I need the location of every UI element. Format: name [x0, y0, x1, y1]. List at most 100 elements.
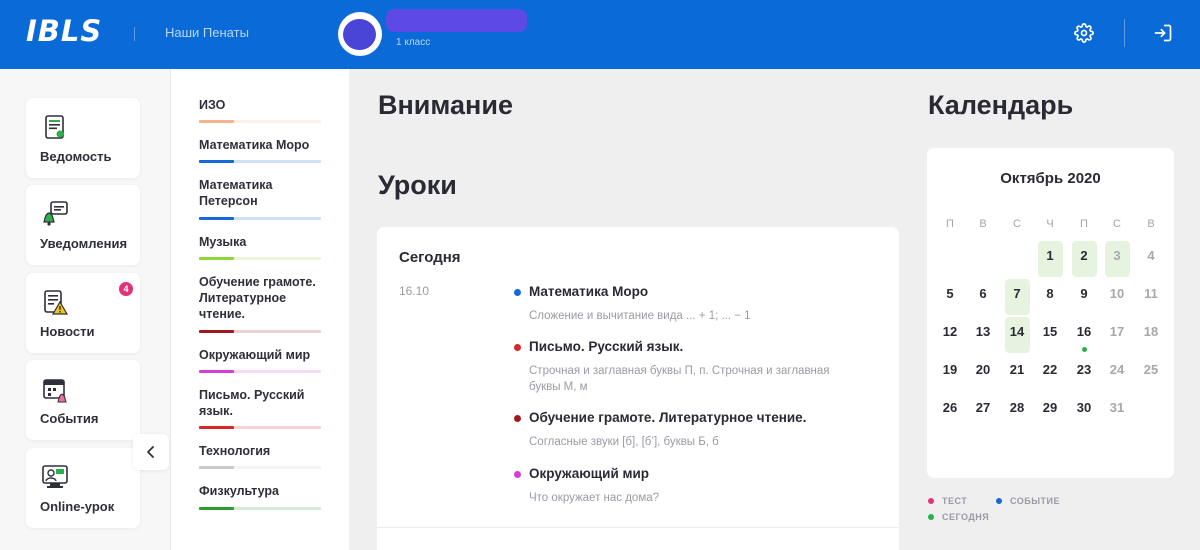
calendar-day[interactable]: 21	[1005, 355, 1030, 391]
nav-label: Online-урок	[40, 499, 115, 514]
subject-name: Письмо. Русский язык.	[199, 388, 305, 418]
calendar-day[interactable]: 12	[938, 317, 963, 353]
lesson-color-dot	[514, 471, 521, 478]
nav-events[interactable]: События	[26, 360, 140, 440]
subject-item[interactable]: Математика Моро	[199, 137, 321, 153]
subject-item[interactable]: Технология	[199, 443, 321, 459]
calendar-day[interactable]: 10	[1105, 279, 1130, 315]
calendar-day[interactable]: 26	[938, 393, 963, 429]
subject-name: Физкультура	[199, 484, 279, 498]
subject-item[interactable]: Письмо. Русский язык.	[199, 387, 321, 419]
lesson-title[interactable]: Обучение грамоте. Литературное чтение.	[529, 410, 806, 425]
subject-progress-fill	[199, 370, 234, 373]
news-icon	[44, 290, 69, 315]
calendar-day[interactable]: 15	[1038, 317, 1063, 353]
weekday-label: Ч	[1046, 218, 1054, 230]
calendar-day[interactable]: 14	[1004, 317, 1030, 353]
calendar-day[interactable]: 31	[1105, 393, 1130, 429]
legend-test: ТЕСТ	[928, 496, 967, 506]
left-nav: Ведомость Уведомления 4 Новости События …	[0, 69, 170, 550]
calendar-day[interactable]: 3	[1104, 241, 1130, 277]
calendar-day[interactable]: 18	[1139, 317, 1164, 353]
nav-online-lesson[interactable]: Online-урок	[26, 448, 140, 528]
legend-label: СОБЫТИЕ	[1010, 496, 1061, 506]
calendar-day[interactable]: 4	[1139, 241, 1164, 277]
calendar-title: Календарь	[928, 90, 1074, 120]
subject-item[interactable]: Обучение грамоте. Литературное чтение.	[199, 274, 321, 322]
calendar-day[interactable]: 7	[1004, 279, 1030, 315]
nav-label: Уведомления	[40, 236, 128, 251]
subject-progress-bar	[199, 507, 321, 510]
calendar-day[interactable]: 23	[1072, 355, 1097, 391]
subject-name: ИЗО	[199, 98, 226, 112]
lesson-title[interactable]: Письмо. Русский язык.	[529, 339, 683, 354]
news-count-badge: 4	[119, 282, 133, 296]
gear-icon	[1074, 23, 1094, 43]
subject-item[interactable]: Окружающий мир	[199, 347, 321, 363]
lesson-title[interactable]: Окружающий мир	[529, 466, 649, 481]
settings-button[interactable]	[1071, 20, 1097, 46]
weekday-label: В	[979, 218, 987, 230]
lessons-card: Сегодня 16.10 Математика Моро Сложение и…	[377, 227, 899, 550]
subject-item[interactable]: Музыка	[199, 234, 321, 250]
calendar-day[interactable]: 11	[1139, 279, 1164, 315]
calendar-day[interactable]: 1	[1037, 241, 1063, 277]
app-logo[interactable]: IBLS	[26, 14, 102, 48]
calendar-card: Октябрь 2020 П В С Ч П С В 1 2 3 4 5 6 7 8 9 10 11 12 13 14 1…	[927, 148, 1174, 478]
calendar-day[interactable]: 27	[971, 393, 996, 429]
subject-progress-bar	[199, 330, 321, 333]
lesson-topic: Строчная и заглавная буквы П, п. Строчна…	[529, 365, 830, 393]
calendar-day[interactable]: 6	[971, 279, 996, 315]
logout-button[interactable]	[1150, 20, 1176, 46]
calendar-day[interactable]: 30	[1072, 393, 1097, 429]
calendar-day[interactable]: 28	[1005, 393, 1030, 429]
lesson-title[interactable]: Математика Моро	[529, 284, 648, 299]
lesson-topic: Что окружает нас дома?	[529, 492, 660, 504]
subject-name: Обучение грамоте. Литературное чтение.	[199, 275, 316, 321]
calendar-day[interactable]: 16	[1072, 317, 1097, 353]
calendar-day[interactable]: 5	[938, 279, 963, 315]
calendar-day[interactable]: 25	[1139, 355, 1164, 391]
gradebook-icon	[45, 115, 64, 139]
legend-today: СЕГОДНЯ	[928, 512, 989, 522]
user-name-redacted	[386, 9, 527, 32]
nav-news[interactable]: 4 Новости	[26, 273, 140, 353]
subject-progress-fill	[199, 507, 234, 510]
subject-progress-bar	[199, 217, 321, 220]
collapse-sidebar-button[interactable]	[133, 434, 169, 470]
calendar-month[interactable]: Октябрь 2020	[927, 170, 1174, 187]
calendar-day[interactable]: 2	[1071, 241, 1097, 277]
legend-dot	[928, 513, 934, 520]
calendar-day[interactable]: 19	[938, 355, 963, 391]
weekday-label: С	[1013, 218, 1021, 230]
calendar-day[interactable]: 13	[971, 317, 996, 353]
calendar-day[interactable]: 8	[1038, 279, 1063, 315]
calendar-day[interactable]: 9	[1072, 279, 1097, 315]
nav-label: События	[40, 411, 99, 426]
subject-progress-fill	[199, 330, 234, 333]
subject-name: Технология	[199, 444, 271, 458]
legend-event: СОБЫТИЕ	[996, 496, 1060, 506]
subject-name: Математика Моро	[199, 138, 310, 152]
subject-item[interactable]: Физкультура	[199, 483, 321, 499]
subject-progress-bar	[199, 160, 321, 163]
subject-item[interactable]: ИЗО	[199, 97, 321, 113]
weekday-label: С	[1113, 218, 1121, 230]
legend-dot	[928, 497, 934, 504]
weekday-label: В	[1147, 218, 1155, 230]
avatar[interactable]	[338, 12, 382, 56]
subject-progress-bar	[199, 466, 321, 469]
header-divider	[1124, 19, 1125, 47]
top-header: IBLS Наши Пенаты 1 класс	[0, 0, 1200, 69]
nav-notifications[interactable]: Уведомления	[26, 185, 140, 265]
calendar-day[interactable]: 17	[1105, 317, 1130, 353]
calendar-day[interactable]: 29	[1038, 393, 1063, 429]
weekday-label: П	[1080, 218, 1088, 230]
nav-label: Ведомость	[40, 149, 112, 164]
calendar-day[interactable]: 20	[971, 355, 996, 391]
subject-progress-fill	[199, 257, 234, 260]
nav-gradebook[interactable]: Ведомость	[26, 98, 140, 178]
calendar-day[interactable]: 24	[1105, 355, 1130, 391]
calendar-day[interactable]: 22	[1038, 355, 1063, 391]
subject-item[interactable]: Математика Петерсон	[199, 177, 321, 209]
